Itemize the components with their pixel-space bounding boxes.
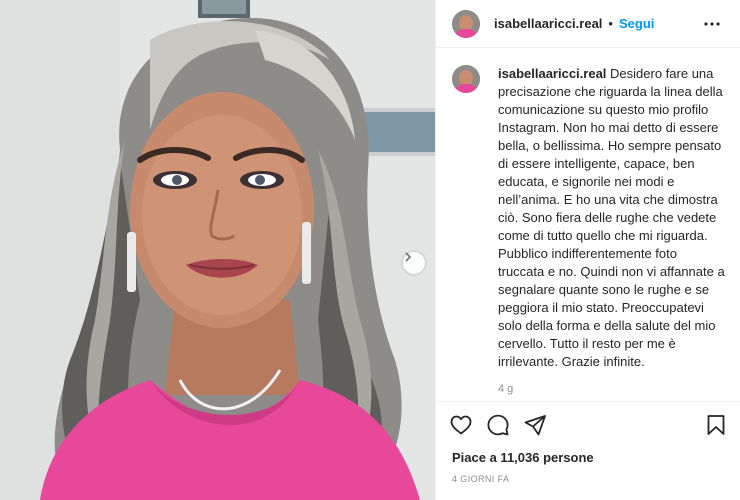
post-header: isabellaaricci.real • Segui [436, 0, 740, 48]
avatar-image [452, 9, 480, 38]
instagram-post: isabellaaricci.real • Segui isabellaaric… [0, 0, 740, 500]
action-bar [436, 402, 740, 448]
share-button[interactable] [522, 412, 548, 438]
avatar-image [452, 65, 480, 93]
send-icon [524, 415, 546, 436]
post-date: 4 GIORNI FA [452, 474, 510, 484]
follow-button[interactable]: Segui [619, 16, 654, 31]
chevron-right-icon [405, 252, 411, 262]
more-options-button[interactable] [700, 12, 724, 36]
save-button[interactable] [703, 412, 729, 438]
caption-avatar[interactable] [452, 65, 480, 93]
like-button[interactable] [448, 412, 474, 438]
actions-section: Piace a 11,036 persone 4 GIORNI FA [436, 401, 740, 500]
comment-icon [487, 414, 509, 436]
header-username[interactable]: isabellaaricci.real [494, 16, 602, 31]
caption-age: 4 g [498, 383, 514, 395]
heart-icon [450, 415, 472, 435]
bookmark-icon [707, 415, 725, 435]
avatar[interactable] [452, 9, 480, 38]
separator-dot: • [608, 16, 613, 31]
likes-count[interactable]: Piace a 11,036 persone [436, 450, 740, 465]
post-photo[interactable] [0, 0, 435, 500]
comment-button[interactable] [485, 412, 511, 438]
more-horizontal-icon [704, 21, 720, 26]
post-side-panel: isabellaaricci.real • Segui isabellaaric… [435, 0, 740, 500]
portrait-illustration [0, 0, 435, 500]
caption-text: isabellaaricci.real Desidero fare una pr… [498, 65, 725, 371]
caption-section: isabellaaricci.real Desidero fare una pr… [436, 49, 740, 401]
next-photo-button[interactable] [403, 252, 425, 274]
caption-username[interactable]: isabellaaricci.real [498, 66, 606, 81]
caption-body: Desidero fare una precisazione che rigua… [498, 66, 725, 369]
